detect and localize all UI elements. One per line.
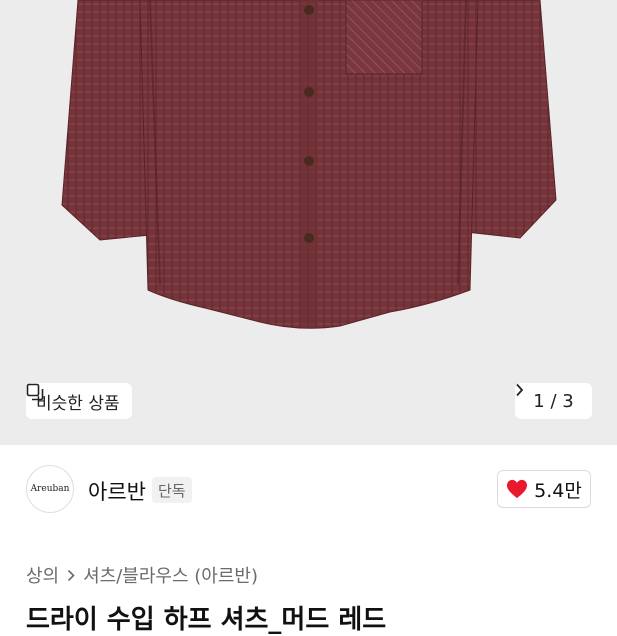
product-image-carousel[interactable]: 비슷한 상품 1 / 3 <box>0 0 617 445</box>
similar-products-label: 비슷한 상품 <box>36 393 120 414</box>
breadcrumb-subcategory[interactable]: 셔츠/블라우스 (아르반) <box>83 562 258 588</box>
breadcrumb: 상의 셔츠/블라우스 (아르반) <box>26 562 258 588</box>
like-count: 5.4만 <box>534 479 582 502</box>
product-title: 드라이 수입 하프 셔츠_머드 레드 <box>26 605 387 635</box>
breadcrumb-category[interactable]: 상의 <box>26 562 59 588</box>
heart-icon <box>507 479 528 499</box>
exclusive-badge: 단독 <box>152 477 192 503</box>
image-counter-button[interactable]: 1 / 3 <box>515 383 592 419</box>
image-counter-text: 1 / 3 <box>533 390 574 412</box>
product-image <box>61 0 557 329</box>
chevron-right-icon <box>516 383 524 397</box>
brand-name-link[interactable]: 아르반 <box>88 476 146 506</box>
copy-icon <box>26 383 44 401</box>
chevron-right-icon <box>68 569 75 581</box>
brand-row: Areuban 아르반 단독 5.4만 <box>0 462 617 518</box>
like-button[interactable]: 5.4만 <box>497 470 591 508</box>
similar-products-button[interactable]: 비슷한 상품 <box>26 383 132 419</box>
brand-logo[interactable]: Areuban <box>26 465 74 513</box>
brand-logo-text: Areuban <box>30 484 70 494</box>
